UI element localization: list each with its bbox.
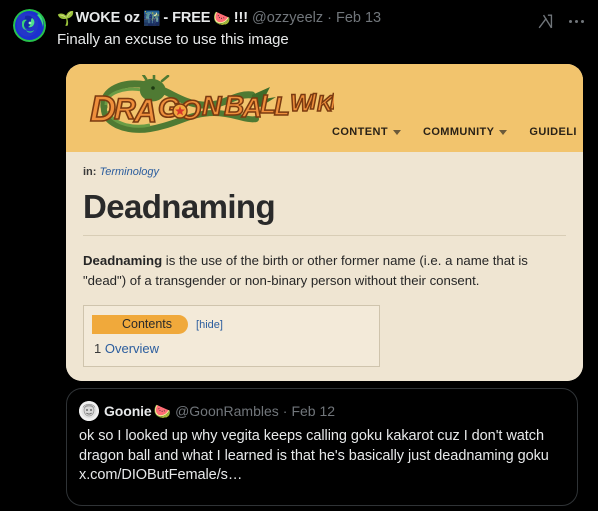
page-title: Deadnaming [83, 188, 276, 225]
more-dot [574, 20, 578, 23]
quoted-post-date: Feb 12 [291, 403, 336, 419]
quoted-author-line: Goonie 🍉 @GoonRambles · Feb 12 [79, 401, 335, 421]
chevron-down-icon [392, 129, 401, 135]
more-options-icon[interactable] [566, 12, 586, 31]
wiki-nav: CONTENT COMMUNITY GUIDELI [332, 126, 577, 138]
wiki-header: D R A G O N B A L L W I K CONTENT COMMUN… [66, 64, 583, 152]
breadcrumb: in: Terminology [83, 166, 566, 178]
watermelon-emoji: 🍉 [213, 10, 231, 26]
author-line: 🌱 WOKE oz 🌃 - FREE 🍉 !!! @ozzyeelz · Feb… [57, 8, 381, 28]
more-dot [568, 20, 572, 23]
table-of-contents: Contents [hide] 1 Overview [83, 305, 380, 367]
svg-text:A: A [133, 93, 157, 129]
wiki-nav-community-label: COMMUNITY [422, 126, 495, 138]
author-exclamation: !!! [233, 10, 248, 26]
avatar[interactable] [13, 9, 46, 42]
author-display-name[interactable]: WOKE oz [75, 10, 140, 26]
breadcrumb-category-link[interactable]: Terminology [100, 166, 160, 178]
quoted-author-display-name: Goonie [104, 403, 152, 419]
title-divider [83, 235, 566, 236]
city-emoji: 🌃 [142, 10, 161, 26]
post-date[interactable]: Feb 13 [336, 10, 381, 26]
wiki-nav-guidelines[interactable]: GUIDELI [529, 126, 576, 138]
post-image-dragonball-wiki[interactable]: D R A G O N B A L L W I K CONTENT COMMUN… [66, 64, 583, 381]
toc-title: Contents [92, 315, 189, 334]
quoted-avatar[interactable] [79, 401, 99, 421]
more-dot [580, 20, 584, 23]
svg-text:R: R [114, 93, 136, 126]
breadcrumb-prefix: in: [83, 166, 97, 178]
grok-icon[interactable] [536, 12, 555, 31]
seedling-emoji: 🌱 [57, 10, 75, 26]
meta-separator: · [327, 10, 332, 26]
svg-text:L: L [274, 91, 290, 121]
svg-text:I: I [330, 89, 334, 114]
article-lead-paragraph: Deadnaming is the use of the birth or ot… [83, 251, 566, 291]
toc-item[interactable]: 1 Overview [94, 341, 369, 356]
dragon-ball-wiki-logo-icon: D R A G O N B A L L W I K [84, 75, 334, 137]
post-header: 🌱 WOKE oz 🌃 - FREE 🍉 !!! @ozzyeelz · Feb… [0, 0, 598, 58]
post-container: 🌱 WOKE oz 🌃 - FREE 🍉 !!! @ozzyeelz · Feb… [0, 0, 598, 511]
quoted-post-card[interactable]: Goonie 🍉 @GoonRambles · Feb 12 ok so I l… [66, 388, 578, 506]
author-handle[interactable]: @ozzyeelz [252, 10, 323, 26]
toc-header: Contents [hide] [92, 315, 369, 334]
author-display-name-suffix[interactable]: - FREE [163, 10, 210, 26]
quoted-post-text: ok so I looked up why vegita keeps calli… [79, 428, 549, 483]
quoted-meta-separator: · [282, 403, 288, 419]
wiki-article: in: Terminology Deadnaming Deadnaming is… [66, 152, 583, 381]
wiki-nav-community[interactable]: COMMUNITY [422, 126, 508, 138]
watermelon-emoji: 🍉 [153, 403, 172, 419]
post-text: Finally an excuse to use this image [57, 31, 289, 48]
toc-item-label[interactable]: Overview [105, 341, 159, 356]
chevron-down-icon [499, 129, 508, 135]
toc-item-number: 1 [94, 341, 102, 356]
article-lead-term: Deadnaming [83, 253, 163, 268]
svg-text:N: N [202, 91, 222, 121]
svg-text:I: I [310, 89, 317, 114]
wiki-nav-content-label: CONTENT [332, 126, 388, 138]
toc-hide-link[interactable]: [hide] [196, 319, 223, 331]
svg-text:D: D [90, 88, 116, 129]
wiki-nav-guidelines-label: GUIDELI [529, 126, 577, 138]
quoted-author-handle: @GoonRambles [175, 403, 279, 419]
wiki-nav-content[interactable]: CONTENT [332, 126, 401, 138]
